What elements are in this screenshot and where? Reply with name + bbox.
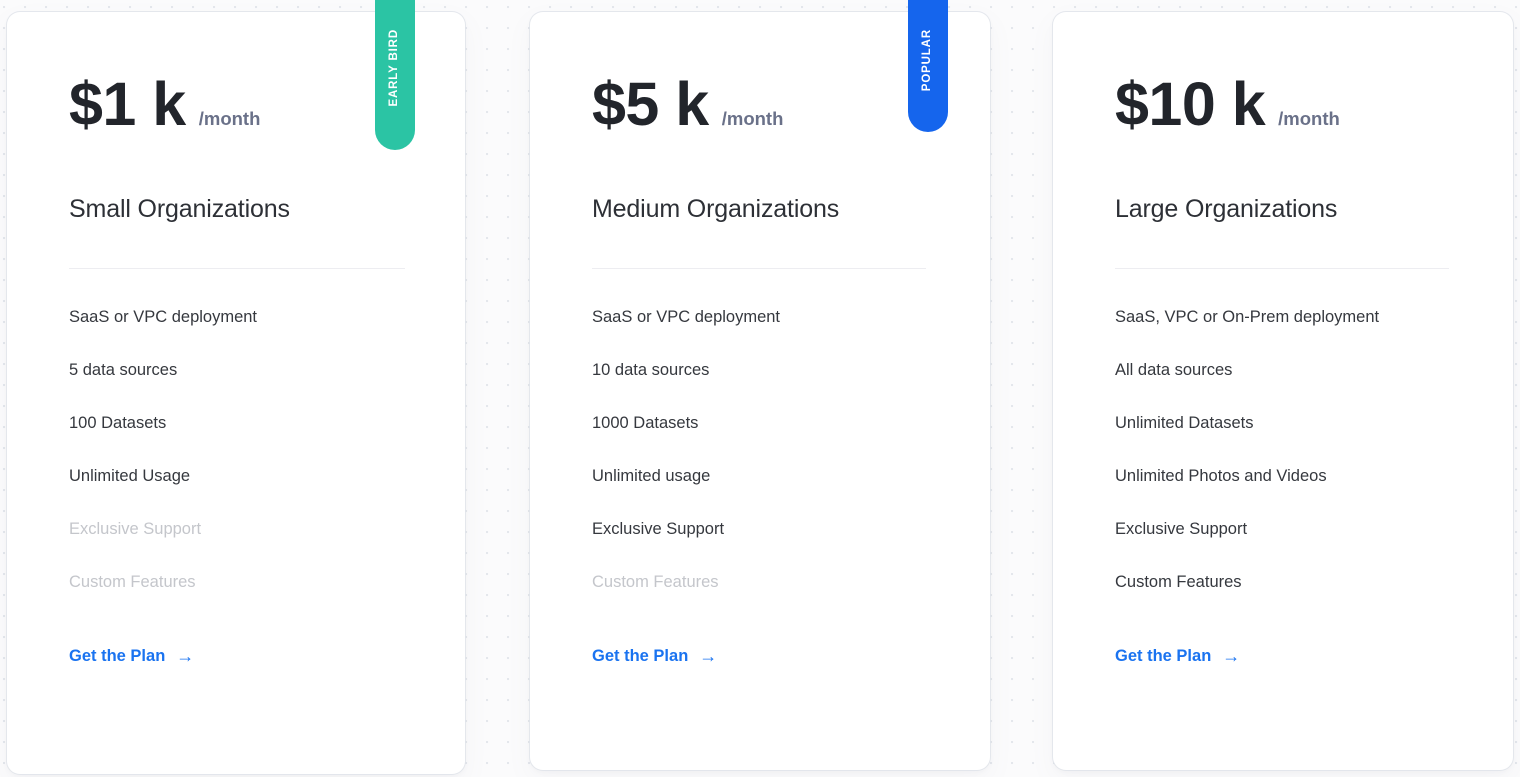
price-row: $1 k /month [69, 12, 403, 135]
feature-list: SaaS, VPC or On-Prem deployment All data… [1115, 269, 1451, 627]
feature-item: Custom Features [592, 572, 719, 591]
price-amount: $5 k [592, 70, 709, 138]
get-the-plan-label: Get the Plan [69, 646, 166, 665]
arrow-right-icon: → [176, 645, 195, 666]
pricing-card-small[interactable]: EARLY BIRD $1 k /month Small Organizatio… [7, 0, 465, 774]
feature-item: 1000 Datasets [592, 413, 699, 432]
arrow-right-icon: → [699, 645, 718, 666]
pricing-card-large[interactable]: $10 k /month Large Organizations SaaS, V… [1053, 12, 1513, 770]
plan-name: Medium Organizations [592, 195, 840, 223]
price-row: $10 k /month [1115, 12, 1451, 135]
get-the-plan-link[interactable]: Get the Plan → [69, 647, 194, 665]
popular-badge: POPULAR [908, 0, 948, 132]
feature-item: Unlimited usage [592, 466, 711, 485]
feature-item: SaaS or VPC deployment [592, 307, 781, 326]
pricing-plans-container: EARLY BIRD $1 k /month Small Organizatio… [0, 0, 1520, 777]
early-bird-badge-label: EARLY BIRD [388, 29, 401, 107]
get-the-plan-label: Get the Plan [1115, 646, 1212, 665]
feature-item: Exclusive Support [592, 519, 725, 538]
pricing-card-content: EARLY BIRD $1 k /month Small Organizatio… [7, 0, 465, 774]
get-the-plan-link[interactable]: Get the Plan → [592, 647, 717, 665]
pricing-card-content: $10 k /month Large Organizations SaaS, V… [1053, 12, 1513, 770]
feature-list: SaaS or VPC deployment 10 data sources 1… [592, 269, 928, 627]
feature-item: Exclusive Support [1115, 519, 1248, 538]
price-amount: $10 k [1115, 70, 1266, 138]
feature-item: SaaS, VPC or On-Prem deployment [1115, 307, 1380, 326]
price-period: /month [721, 108, 784, 129]
price-row: $5 k /month [592, 12, 928, 135]
feature-item: All data sources [1115, 360, 1233, 379]
feature-item: 100 Datasets [69, 413, 167, 432]
early-bird-badge: EARLY BIRD [375, 0, 415, 150]
feature-item: Unlimited Usage [69, 466, 191, 485]
feature-item: Unlimited Photos and Videos [1115, 466, 1327, 485]
price-period: /month [1278, 108, 1340, 129]
feature-item: Custom Features [1115, 572, 1242, 591]
price-period: /month [198, 108, 261, 129]
get-the-plan-link[interactable]: Get the Plan → [1115, 647, 1240, 665]
arrow-right-icon: → [1222, 645, 1241, 666]
popular-badge-label: POPULAR [921, 28, 934, 92]
pricing-card-content: POPULAR $5 k /month Medium Organizations… [530, 0, 990, 770]
pricing-card-medium[interactable]: POPULAR $5 k /month Medium Organizations… [530, 0, 990, 770]
feature-item: Custom Features [69, 572, 196, 591]
feature-item: 5 data sources [69, 360, 178, 379]
price-amount: $1 k [69, 70, 186, 138]
get-the-plan-label: Get the Plan [592, 646, 689, 665]
feature-item: Exclusive Support [69, 519, 202, 538]
feature-list: SaaS or VPC deployment 5 data sources 10… [69, 269, 403, 627]
plan-name: Large Organizations [1115, 195, 1338, 223]
plan-name: Small Organizations [69, 195, 290, 223]
feature-item: 10 data sources [592, 360, 710, 379]
feature-item: Unlimited Datasets [1115, 413, 1254, 432]
feature-item: SaaS or VPC deployment [69, 307, 258, 326]
